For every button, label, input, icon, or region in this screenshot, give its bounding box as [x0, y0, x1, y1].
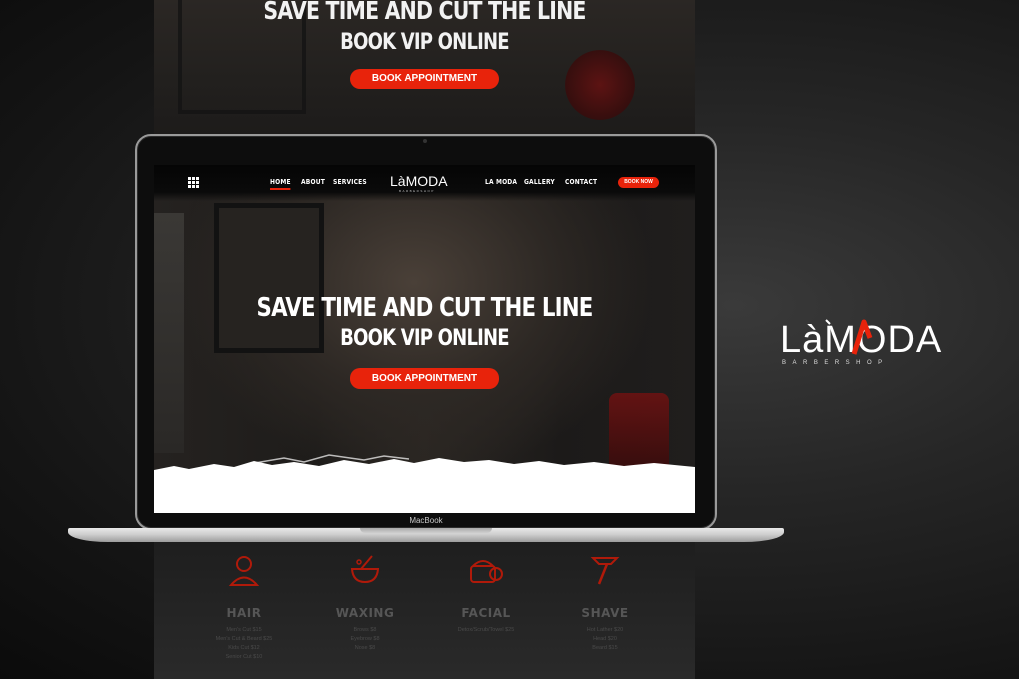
service-price-list: Brows $8 Eyebrow $8 Nose $8: [350, 627, 380, 651]
nav-gallery[interactable]: GALLERY: [524, 178, 555, 186]
service-waxing[interactable]: WAXING Brows $8 Eyebrow $8 Nose $8: [305, 552, 425, 653]
preview-book-appointment-button[interactable]: BOOK APPOINTMENT: [350, 69, 499, 89]
nav-la-moda[interactable]: LA MODA: [485, 178, 517, 186]
cream-jar-icon: [470, 560, 503, 583]
service-shave[interactable]: SHAVE Hot Lather $20 Head $20 Beard $15: [545, 552, 665, 653]
book-appointment-button[interactable]: BOOK APPOINTMENT: [350, 368, 499, 389]
hero-headline: SAVE TIME AND CUT THE LINE: [256, 293, 594, 323]
person-icon: [228, 556, 260, 586]
menu-grid-icon[interactable]: [188, 177, 199, 188]
service-name: WAXING: [335, 606, 395, 620]
torn-paper-divider: [154, 454, 695, 513]
service-name: SHAVE: [581, 606, 629, 620]
hero-subheadline: BOOK VIP ONLINE: [340, 326, 509, 351]
svg-text:LàMODA: LàMODA: [390, 173, 448, 189]
preview-headline: SAVE TIME AND CUT THE LINE: [263, 0, 586, 25]
laptop-notch: [360, 528, 492, 533]
service-price-list: Hot Lather $20 Head $20 Beard $15: [586, 627, 624, 651]
camera-icon: [423, 139, 427, 143]
service-facial[interactable]: FACIAL Detox/Scrub/Towel $25: [426, 552, 546, 635]
service-price-list: Men's Cut $15 Men's Cut & Beard $25 Kids …: [215, 627, 273, 660]
nav-home[interactable]: HOME: [270, 178, 292, 190]
service-hair[interactable]: HAIR Men's Cut $15 Men's Cut & Beard $25 …: [184, 552, 304, 662]
svg-text:BARBERSHOP: BARBERSHOP: [399, 189, 435, 193]
window-decoration: [154, 213, 184, 453]
service-name: FACIAL: [461, 606, 511, 620]
top-navigation: HOME ABOUT SERVICES LàMODA BARBERSHOP LA…: [154, 165, 695, 201]
svg-text:BARBERSHOP: BARBERSHOP: [782, 360, 889, 366]
book-now-button[interactable]: BOOK NOW: [618, 177, 659, 188]
nav-services[interactable]: SERVICES: [333, 178, 367, 186]
nav-contact[interactable]: CONTACT: [565, 178, 597, 186]
razor-icon: [590, 557, 620, 585]
macbook-label: MacBook: [409, 516, 443, 525]
service-name: HAIR: [226, 606, 262, 620]
lamoda-logo[interactable]: LàMODA BARBERSHOP: [390, 172, 460, 194]
laptop-screen: HOME ABOUT SERVICES LàMODA BARBERSHOP LA…: [154, 165, 695, 513]
service-price-list: Detox/Scrub/Towel $25: [457, 627, 515, 633]
nav-about[interactable]: ABOUT: [301, 178, 325, 186]
wax-bowl-icon: [350, 555, 380, 584]
brand-logo: LàMODA BARBERSHOP: [780, 319, 941, 366]
preview-subheadline: BOOK VIP ONLINE: [340, 30, 509, 55]
